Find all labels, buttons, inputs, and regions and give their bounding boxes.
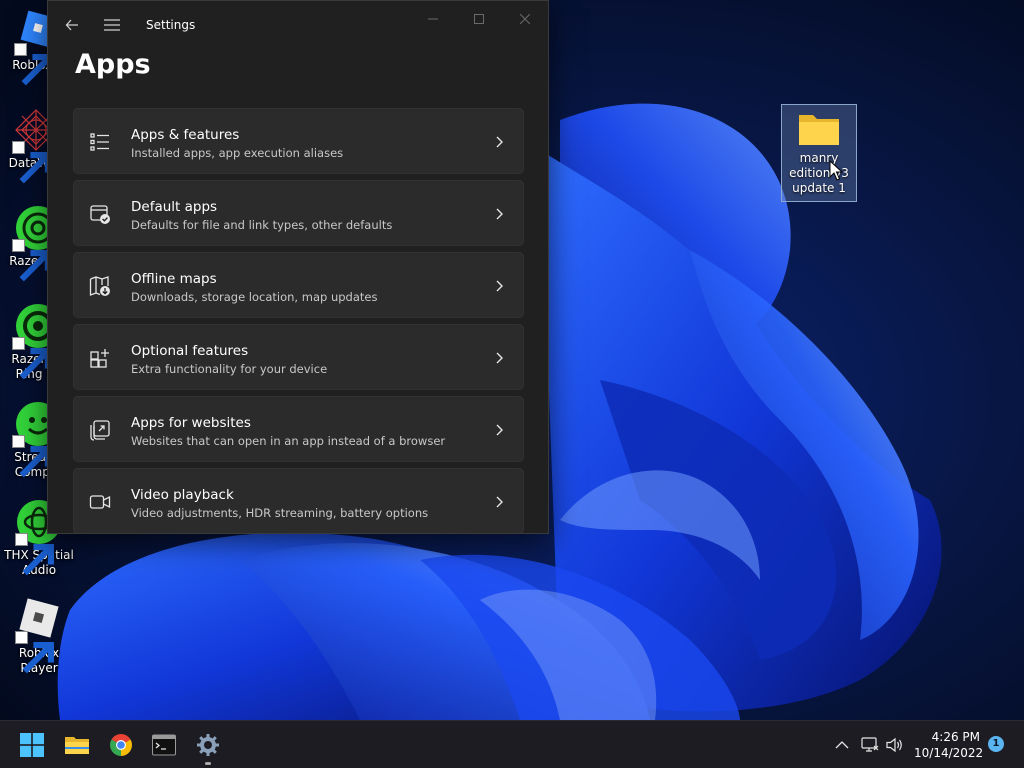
shortcut-arrow-icon: [12, 435, 51, 478]
minimize-button[interactable]: [410, 7, 456, 31]
settings-item-offline-maps[interactable]: Offline maps Downloads, storage location…: [73, 252, 524, 318]
taskbar-start-button[interactable]: [16, 729, 48, 761]
video-playback-icon: [89, 495, 111, 509]
taskbar-terminal[interactable]: [148, 729, 180, 761]
settings-window: Settings Apps Apps & features Installed …: [47, 0, 549, 534]
taskbar-settings[interactable]: [192, 729, 224, 765]
settings-item-title: Apps for websites: [131, 415, 251, 431]
offline-maps-icon: [89, 276, 110, 296]
page-title: Apps: [75, 49, 151, 80]
chevron-up-icon: [835, 741, 849, 749]
settings-item-title: Apps & features: [131, 127, 240, 143]
mouse-cursor-icon: [829, 160, 843, 181]
close-button[interactable]: [502, 7, 548, 31]
default-apps-icon: [90, 205, 110, 224]
settings-icon: [197, 734, 219, 756]
settings-item-title: Video playback: [131, 487, 234, 503]
volume-icon: [886, 737, 902, 753]
settings-item-subtitle: Websites that can open in an app instead…: [131, 434, 446, 448]
settings-item-optional-features[interactable]: Optional features Extra functionality fo…: [73, 324, 524, 390]
apps-features-icon: [90, 133, 109, 151]
maximize-button[interactable]: [456, 7, 502, 31]
desktop-folder-manry-edition[interactable]: manry edition v3 update 1: [781, 104, 857, 202]
window-title: Settings: [146, 18, 196, 32]
back-arrow-icon: [65, 19, 78, 31]
apps-for-websites-icon: [90, 420, 110, 441]
settings-item-subtitle: Installed apps, app execution aliases: [131, 146, 344, 160]
terminal-icon: [152, 734, 176, 756]
chevron-right-icon: [496, 352, 503, 364]
start-icon: [20, 733, 44, 757]
volume-button[interactable]: [885, 735, 905, 755]
settings-item-title: Default apps: [131, 199, 218, 215]
settings-list: Apps & features Installed apps, app exec…: [73, 108, 524, 533]
settings-item-video-playback[interactable]: Video playback Video adjustments, HDR st…: [73, 468, 524, 533]
network-icon: [861, 737, 879, 752]
shortcut-arrow-icon: [12, 337, 51, 380]
settings-item-subtitle: Defaults for file and link types, other …: [131, 218, 393, 232]
taskbar-file-explorer[interactable]: [61, 729, 93, 761]
minimize-icon: [428, 18, 438, 20]
shortcut-arrow-icon: [15, 631, 54, 674]
settings-item-apps-features[interactable]: Apps & features Installed apps, app exec…: [73, 108, 524, 174]
settings-item-title: Optional features: [131, 343, 249, 359]
shortcut-arrow-icon: [14, 43, 53, 86]
desktop-icon-roblox-player[interactable]: Roblox Player: [0, 596, 78, 676]
settings-item-title: Offline maps: [131, 271, 217, 287]
chevron-right-icon: [496, 136, 503, 148]
optional-features-icon: [90, 349, 109, 368]
shortcut-arrow-icon: [12, 141, 51, 184]
close-icon: [520, 14, 530, 24]
clock-date: 10/14/2022: [914, 746, 984, 760]
shortcut-arrow-icon: [12, 239, 51, 282]
show-hidden-icons-button[interactable]: [832, 735, 852, 755]
nav-menu-button[interactable]: [98, 11, 126, 39]
taskbar-chrome[interactable]: [105, 729, 137, 761]
settings-item-apps-for-websites[interactable]: Apps for websites Websites that can open…: [73, 396, 524, 462]
folder-label: manry edition v3 update 1: [789, 151, 849, 195]
chevron-right-icon: [496, 280, 503, 292]
maximize-icon: [474, 14, 484, 24]
back-button[interactable]: [58, 11, 86, 39]
shortcut-arrow-icon: [15, 533, 54, 576]
settings-item-subtitle: Video adjustments, HDR streaming, batter…: [131, 506, 429, 520]
notification-badge[interactable]: 1: [988, 736, 1004, 752]
chevron-right-icon: [496, 424, 503, 436]
settings-item-default-apps[interactable]: Default apps Defaults for file and link …: [73, 180, 524, 246]
active-indicator: [205, 762, 211, 765]
settings-item-subtitle: Downloads, storage location, map updates: [131, 290, 378, 304]
chrome-icon: [110, 734, 132, 756]
chevron-right-icon: [496, 496, 503, 508]
chevron-right-icon: [496, 208, 503, 220]
folder-icon: [799, 115, 839, 145]
title-bar[interactable]: Settings: [48, 1, 548, 45]
hamburger-menu-icon: [104, 19, 120, 31]
clock-time: 4:26 PM: [931, 730, 980, 744]
taskbar: 4:26 PM 10/14/2022: [0, 720, 1024, 768]
clock[interactable]: 4:26 PM 10/14/2022: [914, 729, 984, 761]
network-button[interactable]: [860, 735, 880, 755]
file-explorer-icon: [65, 737, 89, 754]
settings-item-subtitle: Extra functionality for your device: [131, 362, 328, 376]
